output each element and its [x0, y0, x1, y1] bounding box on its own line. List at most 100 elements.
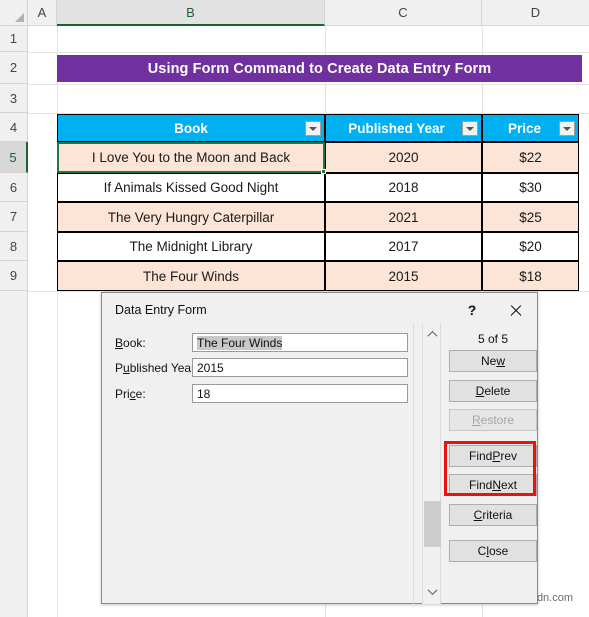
table-row[interactable]: 2017	[325, 232, 482, 261]
selection-handle[interactable]	[321, 169, 326, 174]
record-scrollbar[interactable]	[422, 323, 441, 604]
scroll-up-button[interactable]	[424, 326, 441, 342]
cell-book-3: The Very Hungry Caterpillar	[107, 209, 275, 225]
table-row[interactable]: I Love You to the Moon and Back	[57, 142, 325, 173]
column-header-b-label: B	[186, 4, 195, 20]
criteria-button[interactable]: Criteria	[449, 504, 537, 526]
table-header-book[interactable]: Book	[57, 114, 325, 142]
find-prev-button[interactable]: Find Prev	[449, 445, 537, 467]
chevron-down-icon	[466, 126, 474, 131]
scrollbar-thumb[interactable]	[424, 501, 441, 547]
table-header-published-year[interactable]: Published Year	[325, 114, 482, 142]
row-header-8[interactable]: 8	[0, 232, 28, 261]
row-header-8-label: 8	[9, 238, 18, 254]
filter-dropdown-icon-year[interactable]	[462, 121, 478, 136]
column-header-a-label: A	[37, 5, 47, 20]
table-row[interactable]: $30	[482, 173, 579, 202]
table-row[interactable]: 2018	[325, 173, 482, 202]
row-header-2-label: 2	[9, 60, 18, 75]
published-year-field[interactable]: 2015	[192, 358, 408, 377]
find-next-button[interactable]: Find Next	[449, 474, 537, 496]
table-row[interactable]: 2020	[325, 142, 482, 173]
cell-price-1: $22	[519, 150, 542, 165]
help-button[interactable]: ?	[459, 299, 485, 321]
cell-price-3: $25	[519, 209, 542, 225]
cell-price-4: $20	[519, 239, 542, 254]
row-header-7[interactable]: 7	[0, 202, 28, 232]
published-year-field-label: Published Year:	[115, 361, 199, 375]
row-header-3[interactable]: 3	[0, 84, 28, 113]
chevron-up-icon	[427, 330, 438, 341]
table-header-published-year-label: Published Year	[348, 120, 445, 136]
table-header-price-label: Price	[507, 120, 542, 136]
book-field-label: Book:	[115, 336, 146, 350]
table-row[interactable]: The Very Hungry Caterpillar	[57, 202, 325, 232]
row-header-9[interactable]: 9	[0, 261, 28, 291]
column-header-d[interactable]: D	[482, 0, 589, 26]
column-header-b[interactable]: B	[57, 0, 325, 26]
cell-year-1: 2020	[388, 150, 419, 165]
column-header-c[interactable]: C	[325, 0, 482, 26]
cell-book-5: The Four Winds	[142, 268, 240, 284]
delete-button[interactable]: Delete	[449, 380, 537, 402]
row-header-1[interactable]: 1	[0, 26, 28, 52]
table-row[interactable]: $20	[482, 232, 579, 261]
table-row[interactable]: $22	[482, 142, 579, 173]
row-header-1-label: 1	[9, 31, 18, 46]
title-banner-text: Using Form Command to Create Data Entry …	[147, 60, 492, 77]
cell-book-2: If Animals Kissed Good Night	[103, 180, 279, 195]
restore-button: Restore	[449, 409, 537, 431]
column-header-c-label: C	[398, 5, 408, 20]
chevron-down-icon	[563, 126, 571, 131]
record-counter: 5 of 5	[477, 332, 509, 346]
gridline	[28, 52, 589, 53]
gridline	[28, 84, 589, 85]
row-header-6-label: 6	[9, 179, 18, 195]
select-all-corner[interactable]	[0, 0, 28, 26]
column-header-a[interactable]: A	[28, 0, 57, 26]
cell-year-2: 2018	[388, 180, 419, 195]
filter-dropdown-icon-price[interactable]	[559, 121, 575, 136]
cell-price-5: $18	[519, 268, 542, 284]
close-icon	[509, 304, 522, 317]
dialog-title: Data Entry Form	[115, 303, 207, 317]
cell-year-3: 2021	[388, 209, 419, 225]
table-row[interactable]: The Midnight Library	[57, 232, 325, 261]
chevron-down-icon	[309, 126, 317, 131]
select-all-triangle-icon	[15, 13, 24, 22]
table-row[interactable]: $18	[482, 261, 579, 291]
book-field[interactable]: The Four Winds	[192, 333, 408, 352]
price-field[interactable]: 18	[192, 384, 408, 403]
row-header-9-label: 9	[9, 268, 18, 283]
table-row[interactable]: 2021	[325, 202, 482, 232]
excel-worksheet-screenshot: A B C D 1 2 3 4 5 6 7 8 9 Using Form Com…	[0, 0, 589, 617]
price-field-value: 18	[197, 386, 211, 401]
row-header-6[interactable]: 6	[0, 173, 28, 202]
row-header-5-label: 5	[9, 149, 17, 165]
row-header-2[interactable]: 2	[0, 52, 28, 84]
book-field-value: The Four Winds	[197, 335, 283, 350]
dialog-divider	[413, 323, 414, 604]
row-header-7-label: 7	[9, 209, 18, 224]
new-button[interactable]: Ne w	[449, 350, 537, 372]
cell-book-1: I Love You to the Moon and Back	[91, 150, 291, 165]
published-year-field-value: 2015	[197, 360, 224, 375]
price-field-label: Price:	[115, 387, 146, 401]
row-header-5[interactable]: 5	[0, 142, 28, 173]
row-header-4[interactable]: 4	[0, 113, 28, 142]
cell-year-5: 2015	[388, 268, 419, 284]
data-entry-form-dialog[interactable]: Data Entry Form ? Book: The Four Winds P…	[101, 292, 538, 604]
column-header-d-label: D	[530, 5, 541, 20]
close-button[interactable]	[502, 299, 528, 321]
filter-dropdown-icon-book[interactable]	[305, 121, 321, 136]
cell-year-4: 2017	[388, 239, 419, 254]
chevron-down-icon	[427, 584, 438, 595]
close-dialog-button[interactable]: Cl ose	[449, 540, 537, 562]
table-row[interactable]: The Four Winds	[57, 261, 325, 291]
row-header-3-label: 3	[9, 90, 18, 106]
table-row[interactable]: If Animals Kissed Good Night	[57, 173, 325, 202]
table-row[interactable]: $25	[482, 202, 579, 232]
row-header-filler	[0, 291, 28, 617]
table-row[interactable]: 2015	[325, 261, 482, 291]
scroll-down-button[interactable]	[424, 583, 441, 599]
